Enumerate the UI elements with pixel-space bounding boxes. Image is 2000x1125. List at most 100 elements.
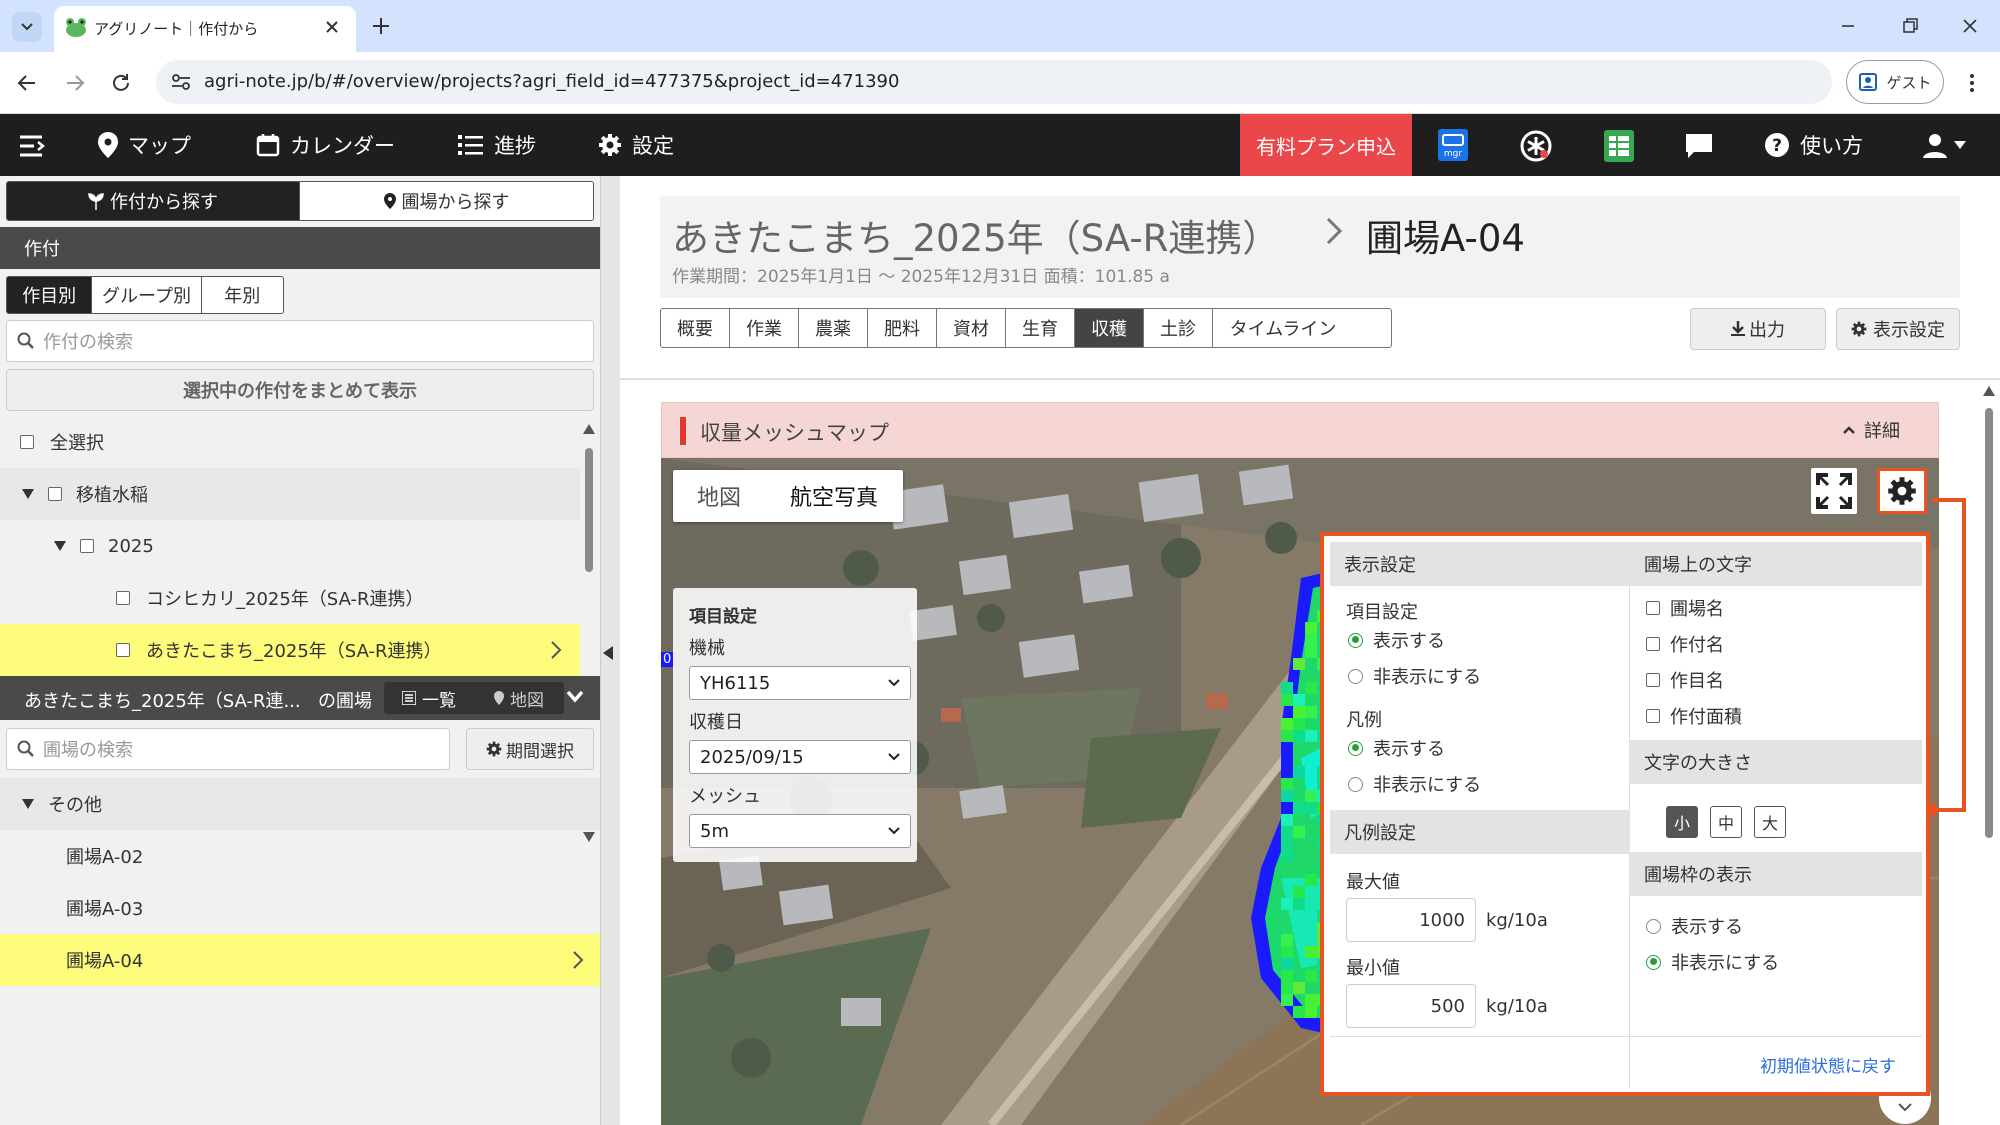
scrollbar-thumb[interactable] bbox=[1985, 408, 1993, 838]
select-all-checkbox[interactable] bbox=[20, 435, 34, 449]
new-tab-icon[interactable] bbox=[370, 15, 392, 37]
frame-hide-option[interactable]: 非表示にする bbox=[1646, 944, 1779, 980]
sidebar-resize-handle[interactable] bbox=[600, 176, 620, 1125]
item-hide-option[interactable]: 非表示にする bbox=[1348, 658, 1481, 694]
crop-search-input[interactable]: 作付の検索 bbox=[6, 320, 594, 362]
tree-year-row[interactable]: 2025 bbox=[0, 520, 580, 572]
tab-by-year[interactable]: 年別 bbox=[202, 277, 283, 313]
year-checkbox[interactable] bbox=[80, 539, 94, 553]
nav-calendar[interactable]: カレンダー bbox=[256, 114, 395, 176]
item-show-option[interactable]: 表示する bbox=[1348, 622, 1445, 658]
mesh-select[interactable]: 5m bbox=[689, 814, 911, 848]
field-item[interactable]: 圃場A-03 bbox=[0, 882, 600, 934]
crop-item[interactable]: コシヒカリ_2025年（SA-R連携） bbox=[0, 572, 580, 624]
nav-map[interactable]: マップ bbox=[98, 114, 191, 176]
reset-defaults-link[interactable]: 初期値状態に戻す bbox=[1760, 1052, 1896, 1077]
close-tab-icon[interactable] bbox=[324, 19, 340, 35]
size-large-button[interactable]: 大 bbox=[1754, 806, 1786, 838]
group-checkbox[interactable] bbox=[48, 487, 62, 501]
legend-show-option[interactable]: 表示する bbox=[1348, 730, 1445, 766]
back-icon[interactable] bbox=[16, 72, 38, 94]
detail-toggle[interactable]: 詳細 bbox=[1842, 417, 1900, 443]
nav-help[interactable]: ? 使い方 bbox=[1764, 114, 1863, 176]
tab-pesticide[interactable]: 農薬 bbox=[799, 309, 868, 347]
collapse-chevron-icon[interactable] bbox=[566, 690, 584, 704]
tab-list-button[interactable] bbox=[12, 12, 42, 42]
crop-name-checkbox[interactable] bbox=[1646, 637, 1660, 651]
item-show-radio[interactable] bbox=[1348, 632, 1363, 648]
field-item-selected[interactable]: 圃場A-04 bbox=[0, 934, 600, 986]
tab-by-crop-type[interactable]: 作目別 bbox=[7, 277, 93, 313]
crop-item-selected[interactable]: あきたこまち_2025年（SA-R連携） bbox=[0, 624, 580, 676]
crop-checkbox[interactable] bbox=[116, 643, 130, 657]
text-option-crop-type[interactable]: 作目名 bbox=[1646, 662, 1724, 698]
browser-tab[interactable]: アグリノート｜作付から bbox=[54, 6, 356, 52]
map-view-button[interactable]: 地図 bbox=[474, 682, 564, 714]
show-selected-button[interactable]: 選択中の作付をまとめて表示 bbox=[6, 369, 594, 411]
frame-show-option[interactable]: 表示する bbox=[1646, 908, 1743, 944]
machine-select[interactable]: YH6115 bbox=[689, 666, 911, 700]
scroll-up-icon[interactable] bbox=[1983, 386, 1995, 396]
site-settings-icon[interactable] bbox=[170, 72, 192, 92]
size-small-button[interactable]: 小 bbox=[1666, 806, 1698, 838]
mgr-app-button[interactable]: mgr bbox=[1438, 129, 1468, 161]
tab-overview[interactable]: 概要 bbox=[661, 309, 730, 347]
triangle-down-icon[interactable] bbox=[22, 489, 34, 499]
field-search-input[interactable]: 圃場の検索 bbox=[6, 728, 450, 770]
asterisk-app-icon[interactable] bbox=[1520, 130, 1552, 162]
minimize-icon[interactable] bbox=[1838, 16, 1858, 36]
tab-timeline[interactable]: タイムライン bbox=[1213, 309, 1353, 347]
address-bar[interactable]: agri-note.jp/b/#/overview/projects?agri_… bbox=[156, 60, 1832, 104]
menu-toggle-icon[interactable] bbox=[18, 134, 48, 158]
min-value-input[interactable]: 500 bbox=[1346, 984, 1476, 1028]
list-view-button[interactable]: 一覧 bbox=[384, 682, 474, 714]
search-by-crop-button[interactable]: 作付から探す bbox=[7, 182, 300, 220]
triangle-down-icon[interactable] bbox=[22, 799, 34, 809]
scrollbar-thumb[interactable] bbox=[585, 448, 593, 572]
frame-hide-radio[interactable] bbox=[1646, 954, 1661, 970]
text-option-field-name[interactable]: 圃場名 bbox=[1646, 590, 1724, 626]
restore-icon[interactable] bbox=[1900, 16, 1920, 36]
scroll-up-icon[interactable] bbox=[583, 424, 595, 434]
period-select-button[interactable]: 期間選択 bbox=[466, 728, 594, 770]
tab-materials[interactable]: 資材 bbox=[937, 309, 1006, 347]
crop-area-checkbox[interactable] bbox=[1646, 709, 1660, 723]
layer-aerial-button[interactable]: 航空写真 bbox=[765, 470, 903, 522]
export-button[interactable]: 出力 bbox=[1690, 308, 1826, 350]
text-option-crop-name[interactable]: 作付名 bbox=[1646, 626, 1724, 662]
text-option-crop-area[interactable]: 作付面積 bbox=[1646, 698, 1742, 734]
legend-hide-radio[interactable] bbox=[1348, 776, 1363, 792]
browser-menu-icon[interactable] bbox=[1962, 72, 1982, 94]
tab-growth[interactable]: 生育 bbox=[1006, 309, 1075, 347]
user-menu[interactable] bbox=[1922, 132, 1966, 158]
field-name-checkbox[interactable] bbox=[1646, 601, 1660, 615]
collapse-sidebar-icon[interactable] bbox=[603, 646, 615, 660]
tab-soil[interactable]: 土診 bbox=[1144, 309, 1213, 347]
legend-hide-option[interactable]: 非表示にする bbox=[1348, 766, 1481, 802]
search-by-field-button[interactable]: 圃場から探す bbox=[300, 182, 593, 220]
tab-work[interactable]: 作業 bbox=[730, 309, 799, 347]
crop-title[interactable]: あきたこまち_2025年（SA-R連携） bbox=[672, 208, 1279, 262]
chat-icon[interactable] bbox=[1684, 132, 1714, 160]
tree-group-row[interactable]: 移植水稲 bbox=[0, 468, 580, 520]
tab-harvest[interactable]: 収穫 bbox=[1075, 309, 1144, 347]
max-value-input[interactable]: 1000 bbox=[1346, 898, 1476, 942]
triangle-down-icon[interactable] bbox=[54, 541, 66, 551]
spreadsheet-app-icon[interactable] bbox=[1604, 130, 1634, 162]
tab-by-group[interactable]: グループ別 bbox=[92, 277, 202, 313]
item-hide-radio[interactable] bbox=[1348, 668, 1363, 684]
close-window-icon[interactable] bbox=[1960, 16, 1980, 36]
size-medium-button[interactable]: 中 bbox=[1710, 806, 1742, 838]
crop-type-checkbox[interactable] bbox=[1646, 673, 1660, 687]
display-settings-button[interactable]: 表示設定 bbox=[1836, 308, 1960, 350]
paid-plan-button[interactable]: 有料プラン申込 bbox=[1240, 114, 1412, 176]
reload-icon[interactable] bbox=[110, 72, 132, 94]
select-all-row[interactable]: 全選択 bbox=[0, 416, 580, 468]
legend-show-radio[interactable] bbox=[1348, 740, 1363, 756]
nav-progress[interactable]: 進捗 bbox=[458, 114, 536, 176]
harvest-date-select[interactable]: 2025/09/15 bbox=[689, 740, 911, 774]
fullscreen-button[interactable] bbox=[1811, 468, 1857, 514]
field-item[interactable]: 圃場A-02 bbox=[0, 830, 600, 882]
profile-button[interactable]: ゲスト bbox=[1846, 60, 1944, 104]
layer-map-button[interactable]: 地図 bbox=[673, 470, 765, 522]
